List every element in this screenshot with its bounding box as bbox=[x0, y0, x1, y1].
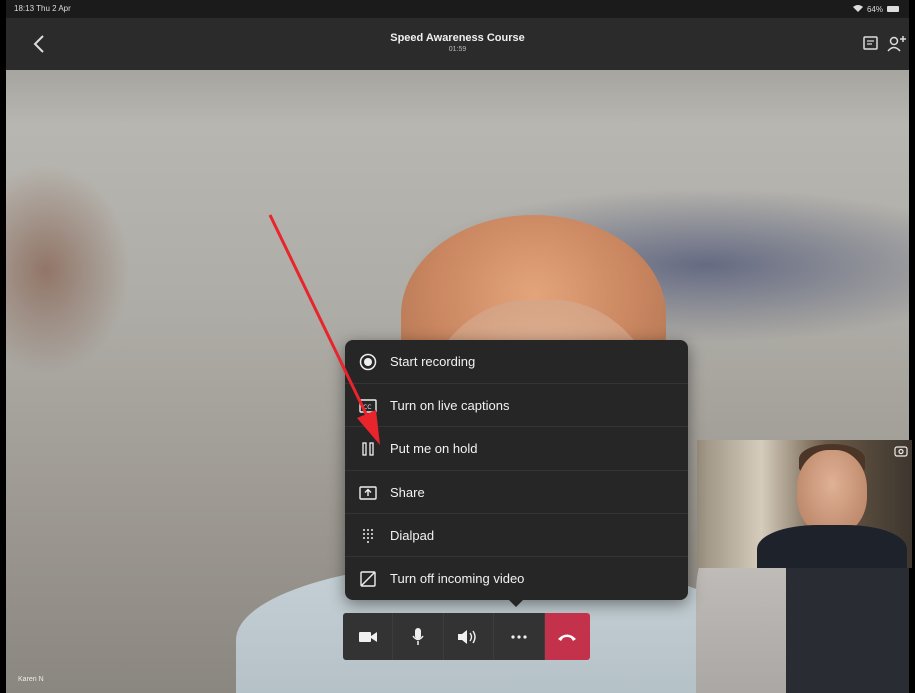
switch-camera-icon[interactable] bbox=[894, 444, 908, 458]
dialpad-icon bbox=[358, 526, 378, 546]
menu-item-label: Turn off incoming video bbox=[390, 571, 525, 586]
captions-icon: CC bbox=[358, 396, 378, 416]
menu-item-label: Turn on live captions bbox=[390, 398, 510, 413]
ellipsis-icon bbox=[511, 634, 527, 639]
camera-toggle-button[interactable] bbox=[343, 613, 393, 660]
speaker-icon bbox=[458, 629, 477, 644]
battery-icon bbox=[887, 6, 899, 12]
title-bar: Speed Awareness Course 01:59 bbox=[6, 18, 909, 70]
status-date: Thu 2 Apr bbox=[36, 4, 71, 13]
status-time: 18:13 bbox=[14, 4, 35, 13]
video-off-icon bbox=[358, 569, 378, 589]
people-add-icon bbox=[887, 36, 906, 52]
call-controls-bar bbox=[343, 613, 590, 660]
add-participants-button[interactable] bbox=[886, 34, 908, 54]
self-view-video[interactable] bbox=[697, 440, 912, 568]
microphone-icon bbox=[412, 627, 424, 645]
menu-item-start-recording[interactable]: Start recording bbox=[345, 340, 688, 383]
menu-item-label: Put me on hold bbox=[390, 441, 478, 456]
menu-item-label: Dialpad bbox=[390, 528, 435, 543]
status-bar: 18:13 Thu 2 Apr 64% bbox=[6, 0, 909, 18]
menu-pointer bbox=[507, 598, 525, 607]
more-actions-button[interactable] bbox=[493, 613, 544, 660]
wifi-icon bbox=[852, 4, 863, 14]
menu-item-label: Share bbox=[390, 485, 425, 500]
status-indicators: 64% bbox=[852, 4, 899, 14]
self-view-body bbox=[757, 525, 907, 568]
meeting-header: Speed Awareness Course 01:59 bbox=[6, 32, 909, 53]
meeting-timer: 01:59 bbox=[448, 46, 467, 53]
background-chair bbox=[786, 560, 909, 693]
menu-item-dialpad[interactable]: Dialpad bbox=[345, 513, 688, 557]
hang-up-button[interactable] bbox=[543, 613, 590, 660]
hold-icon bbox=[358, 439, 378, 459]
meeting-title: Speed Awareness Course bbox=[390, 32, 525, 44]
menu-item-share[interactable]: Share bbox=[345, 470, 688, 514]
chat-button[interactable] bbox=[861, 34, 881, 54]
camera-icon bbox=[358, 631, 377, 642]
speaker-button[interactable] bbox=[442, 613, 494, 660]
battery-percentage: 64% bbox=[866, 4, 883, 14]
microphone-toggle-button[interactable] bbox=[392, 613, 443, 660]
participant-name-label: Karen N bbox=[18, 676, 44, 683]
menu-item-put-on-hold[interactable]: Put me on hold bbox=[345, 426, 688, 470]
menu-item-turn-off-incoming-video[interactable]: Turn off incoming video bbox=[345, 556, 688, 600]
more-actions-menu: Start recording CC Turn on live captions… bbox=[345, 340, 688, 600]
hang-up-icon bbox=[558, 634, 577, 641]
share-icon bbox=[358, 483, 378, 503]
self-view-face bbox=[797, 450, 867, 535]
menu-item-label: Start recording bbox=[390, 354, 476, 369]
record-icon bbox=[358, 352, 378, 372]
chat-icon bbox=[863, 36, 878, 50]
menu-item-live-captions[interactable]: CC Turn on live captions bbox=[345, 383, 688, 427]
svg-text:CC: CC bbox=[363, 404, 371, 411]
status-time-date: 18:13 Thu 2 Apr bbox=[14, 4, 71, 13]
